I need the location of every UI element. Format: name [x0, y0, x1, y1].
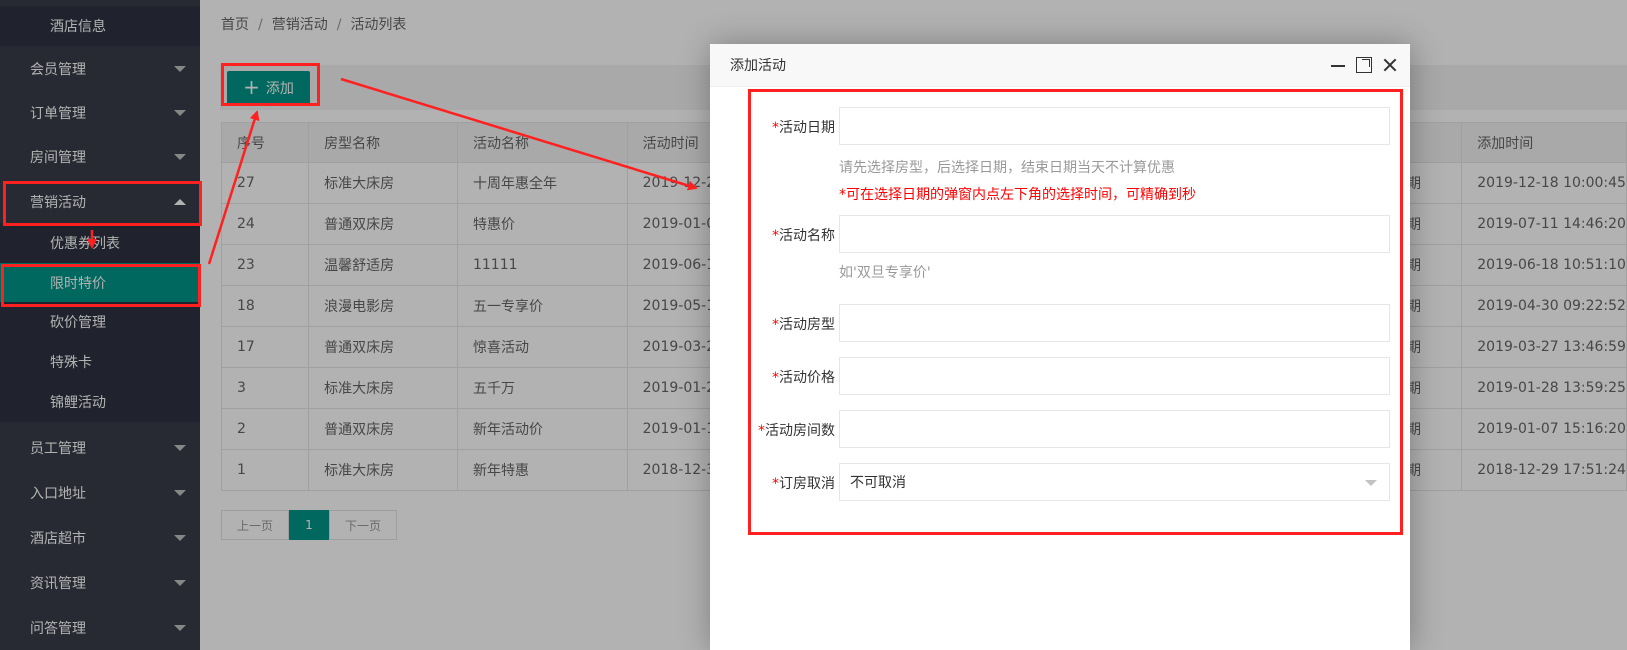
close-icon[interactable]: [1382, 57, 1398, 73]
annotation-box-add: [221, 63, 320, 106]
annotation-box-form: [748, 89, 1403, 535]
maximize-icon[interactable]: [1356, 57, 1372, 73]
dialog-title: 添加活动: [730, 58, 786, 74]
dialog-tools: [1330, 57, 1398, 73]
annotation-box-marketing: [3, 181, 202, 226]
annotation-box-flash-sale: [1, 264, 201, 307]
minimize-icon[interactable]: [1330, 57, 1346, 73]
dialog-header: 添加活动: [710, 44, 1410, 87]
